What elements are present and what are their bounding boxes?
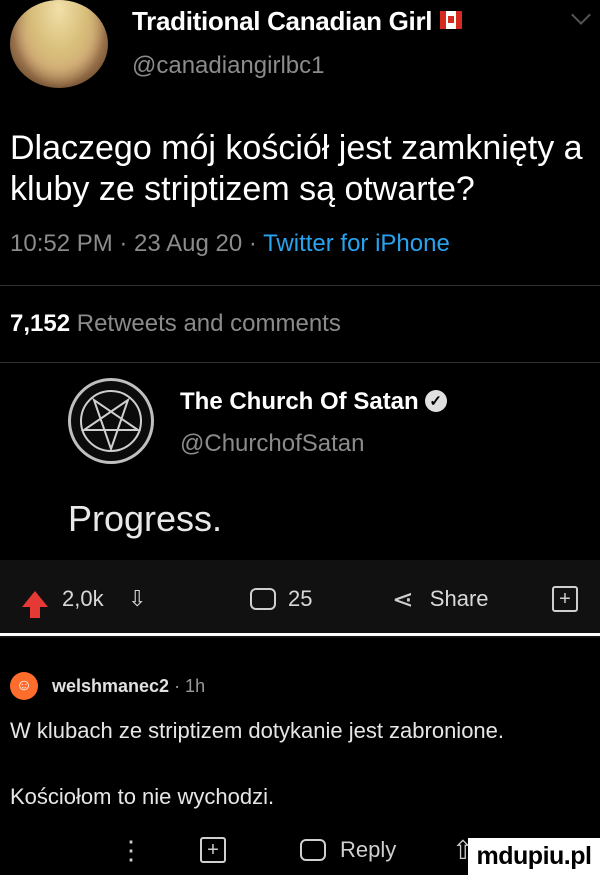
commenter-name: welshmanec2 [52,676,170,696]
reply-label: Reply [340,837,397,862]
pentagram-icon [80,390,142,453]
gift-icon: + [200,837,226,863]
comment-text-line: W klubach ze striptizem dotykanie jest z… [10,718,505,743]
canada-flag-icon [440,11,463,30]
comment-text-line: Kościołom to nie wychodzi. [10,784,275,809]
upvote-icon [22,591,48,618]
award-button[interactable]: + [552,560,578,638]
retweet-count: 7,152 [10,310,71,337]
more-options-icon[interactable]: ⋮ [118,828,144,872]
verified-icon: ✓ [424,389,447,412]
share-icon: ⋖ [392,583,414,614]
comment-time: · 1h [169,676,206,696]
quoted-author-avatar[interactable] [68,378,154,464]
gift-icon: + [552,586,578,612]
chevron-down-icon[interactable] [571,5,591,25]
author-handle[interactable]: @canadiangirlbc1 [132,52,324,80]
author-avatar[interactable] [10,0,108,88]
watermark: mdupiu.pl [468,838,600,875]
author-name[interactable]: Traditional Canadian Girl [132,6,463,37]
share-button[interactable]: ⋖ Share [392,560,489,638]
post-action-bar: 2,0k ⇩ 25 ⋖ Share + [0,560,600,638]
comment-count: 25 [288,586,313,611]
author-name-text: Traditional Canadian Girl [132,6,433,36]
quoted-author-handle[interactable]: @ChurchofSatan [180,430,364,458]
quoted-author-name-text: The Church Of Satan [180,388,419,415]
comment-bubble-icon [250,588,276,610]
award-button[interactable]: + [200,828,226,872]
retweet-label: Retweets and comments [70,310,341,337]
tweet-stats[interactable]: 7,152 Retweets and comments [10,310,341,338]
commenter[interactable]: welshmanec2 · 1h [52,676,205,697]
quoted-tweet-text: Progress. [68,498,223,539]
upvote-count: 2,0k [62,586,104,611]
tweet-meta: 10:52 PM · 23 Aug 20 · Twitter for iPhon… [10,230,450,258]
tweet-source-link[interactable]: Twitter for iPhone [263,230,450,257]
divider [0,633,600,636]
divider [0,285,600,286]
reply-button[interactable]: Reply [300,828,396,872]
downvote-button[interactable]: ⇩ [128,560,146,638]
comments-button[interactable]: 25 [250,560,312,638]
tweet-timestamp: 10:52 PM · 23 Aug 20 · [10,230,264,257]
upvote-button[interactable] [22,560,48,638]
share-label: Share [429,586,489,611]
tweet-text: Dlaczego mój kościół jest zamknięty a kl… [10,129,583,208]
comment-bubble-icon [300,839,326,861]
quoted-author-name[interactable]: The Church Of Satan ✓ [180,388,447,416]
commenter-avatar[interactable]: ☺ [10,672,38,700]
divider [0,362,600,363]
